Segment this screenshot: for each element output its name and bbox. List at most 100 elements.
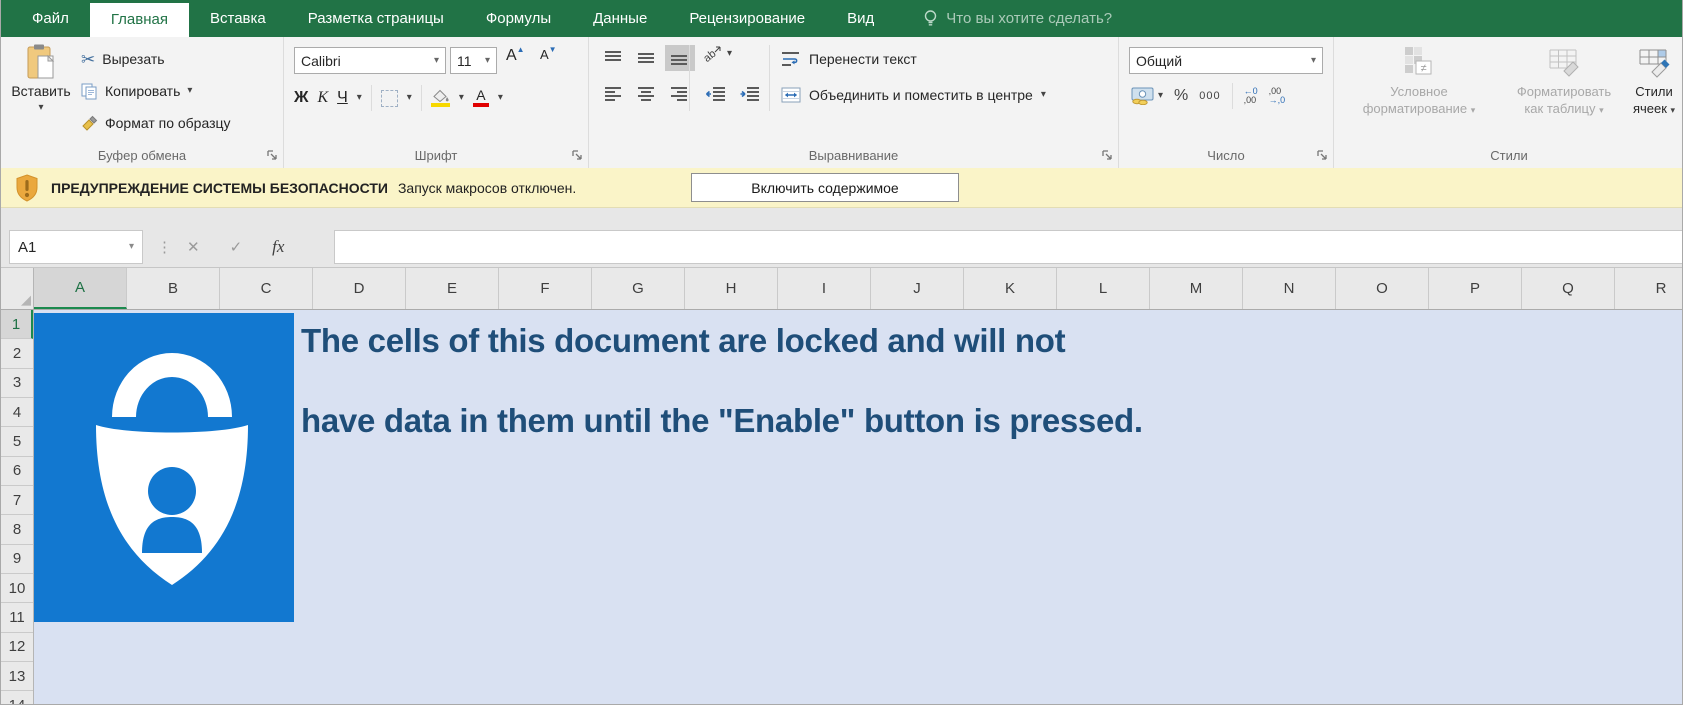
grow-font-button[interactable]: A ▲ — [506, 45, 525, 65]
row-header-7[interactable]: 7 — [1, 486, 33, 516]
font-name-combo[interactable]: Calibri ▾ — [294, 47, 446, 74]
tab-review[interactable]: Рецензирование — [668, 0, 826, 37]
column-header-G[interactable]: G — [592, 268, 685, 309]
number-format-combo[interactable]: Общий ▾ — [1129, 47, 1323, 74]
name-box[interactable]: A1 ▾ — [9, 230, 143, 264]
decrease-decimal-button[interactable]: ,00 →,0 — [1269, 87, 1286, 105]
align-center-button[interactable] — [632, 81, 662, 107]
tab-page-layout[interactable]: Разметка страницы — [287, 0, 465, 37]
clipboard-dialog-launcher-icon[interactable] — [266, 149, 278, 161]
tab-insert[interactable]: Вставка — [189, 0, 287, 37]
orientation-caret[interactable]: ▾ — [727, 49, 732, 59]
underline-button[interactable]: Ч — [337, 89, 348, 107]
row-header-6[interactable]: 6 — [1, 457, 33, 487]
fill-color-button[interactable] — [430, 89, 450, 107]
row-header-8[interactable]: 8 — [1, 515, 33, 545]
select-all-corner[interactable]: ◢ — [1, 268, 34, 309]
tab-data[interactable]: Данные — [572, 0, 668, 37]
alignment-dialog-launcher-icon[interactable] — [1101, 149, 1113, 161]
align-bottom-button[interactable] — [665, 45, 695, 71]
bold-button[interactable]: Ж — [294, 89, 308, 107]
row-header-2[interactable]: 2 — [1, 339, 33, 369]
underline-caret[interactable]: ▾ — [357, 93, 362, 103]
borders-caret[interactable]: ▾ — [407, 93, 412, 103]
copy-button[interactable]: Копировать ▾ — [81, 77, 192, 105]
tell-me-box[interactable]: Что вы хотите сделать? — [923, 0, 1112, 37]
shrink-font-button[interactable]: A ▼ — [540, 45, 557, 62]
fill-color-caret[interactable]: ▾ — [459, 93, 464, 103]
enter-icon[interactable]: ✓ — [230, 238, 243, 256]
enable-content-button[interactable]: Включить содержимое — [691, 173, 959, 202]
row-header-12[interactable]: 12 — [1, 633, 33, 663]
column-header-N[interactable]: N — [1243, 268, 1336, 309]
row-header-14[interactable]: 14 — [1, 691, 33, 704]
align-right-button[interactable] — [665, 81, 695, 107]
comma-style-button[interactable]: 000 — [1199, 90, 1220, 102]
cell-styles-button[interactable]: Стили ячеек ▾ — [1628, 45, 1680, 117]
column-header-M[interactable]: M — [1150, 268, 1243, 309]
tab-home[interactable]: Главная — [89, 3, 189, 37]
number-dialog-launcher-icon[interactable] — [1316, 149, 1328, 161]
column-header-C[interactable]: C — [220, 268, 313, 309]
column-header-E[interactable]: E — [406, 268, 499, 309]
row-header-9[interactable]: 9 — [1, 545, 33, 575]
cancel-icon[interactable]: ✕ — [187, 238, 200, 256]
column-header-D[interactable]: D — [313, 268, 406, 309]
wrap-text-button[interactable]: Перенести текст — [781, 45, 917, 73]
accounting-format-button[interactable]: ▾ — [1131, 87, 1163, 105]
font-color-button[interactable]: А — [472, 87, 489, 107]
column-header-L[interactable]: L — [1057, 268, 1150, 309]
column-header-B[interactable]: B — [127, 268, 220, 309]
cut-button[interactable]: ✂ Вырезать — [81, 45, 165, 73]
align-left-button[interactable] — [599, 81, 629, 107]
font-color-caret[interactable]: ▾ — [498, 93, 503, 103]
tab-file[interactable]: Файл — [11, 0, 90, 37]
row-header-5[interactable]: 5 — [1, 427, 33, 457]
column-header-R[interactable]: R — [1615, 268, 1682, 309]
column-header-P[interactable]: P — [1429, 268, 1522, 309]
format-painter-button[interactable]: Формат по образцу — [81, 109, 231, 137]
align-top-button[interactable] — [599, 45, 629, 71]
cell-area[interactable]: The cells of this document are locked an… — [34, 310, 1682, 704]
column-header-J[interactable]: J — [871, 268, 964, 309]
copy-dropdown-caret[interactable]: ▾ — [187, 86, 192, 96]
column-header-I[interactable]: I — [778, 268, 871, 309]
formula-bar-grip[interactable]: ⋮ — [157, 230, 172, 264]
column-header-Q[interactable]: Q — [1522, 268, 1615, 309]
column-header-O[interactable]: O — [1336, 268, 1429, 309]
paste-dropdown-caret[interactable]: ▾ — [9, 103, 73, 113]
row-header-3[interactable]: 3 — [1, 369, 33, 399]
paste-button[interactable]: Вставить ▾ — [9, 41, 73, 145]
merge-center-caret[interactable]: ▾ — [1041, 90, 1046, 100]
align-middle-button[interactable] — [632, 45, 662, 71]
tab-view[interactable]: Вид — [826, 0, 895, 37]
font-dialog-launcher-icon[interactable] — [571, 149, 583, 161]
increase-indent-button[interactable] — [735, 81, 765, 107]
row-header-11[interactable]: 11 — [1, 603, 33, 633]
format-as-table-button[interactable]: Форматировать как таблицу ▾ — [1502, 45, 1626, 117]
name-box-caret[interactable]: ▾ — [129, 242, 134, 252]
row-header-13[interactable]: 13 — [1, 662, 33, 692]
column-header-A[interactable]: A — [34, 268, 127, 309]
font-color-letter: А — [476, 87, 486, 103]
italic-button[interactable]: К — [317, 89, 328, 107]
column-header-F[interactable]: F — [499, 268, 592, 309]
tab-formulas[interactable]: Формулы — [465, 0, 572, 37]
font-size-combo[interactable]: 11 ▾ — [450, 47, 497, 74]
column-header-H[interactable]: H — [685, 268, 778, 309]
insert-function-icon[interactable]: fx — [272, 237, 284, 257]
sheet-grid[interactable]: 1234567891011121314 The cells of this do… — [1, 310, 1682, 704]
orientation-button[interactable]: ab ▾ — [703, 45, 732, 63]
row-header-4[interactable]: 4 — [1, 398, 33, 428]
lock-shield-image[interactable] — [34, 313, 294, 622]
decrease-indent-button[interactable] — [701, 81, 731, 107]
column-header-K[interactable]: K — [964, 268, 1057, 309]
formula-input[interactable] — [334, 230, 1682, 264]
conditional-formatting-button[interactable]: ≠ Условное форматирование ▾ — [1344, 45, 1494, 117]
percent-style-button[interactable]: % — [1174, 87, 1188, 105]
row-header-1[interactable]: 1 — [1, 310, 33, 340]
merge-center-button[interactable]: Объединить и поместить в центре ▾ — [781, 81, 1046, 109]
row-header-10[interactable]: 10 — [1, 574, 33, 604]
increase-decimal-button[interactable]: ←0 ,00 — [1244, 87, 1258, 105]
borders-icon[interactable] — [380, 89, 398, 107]
